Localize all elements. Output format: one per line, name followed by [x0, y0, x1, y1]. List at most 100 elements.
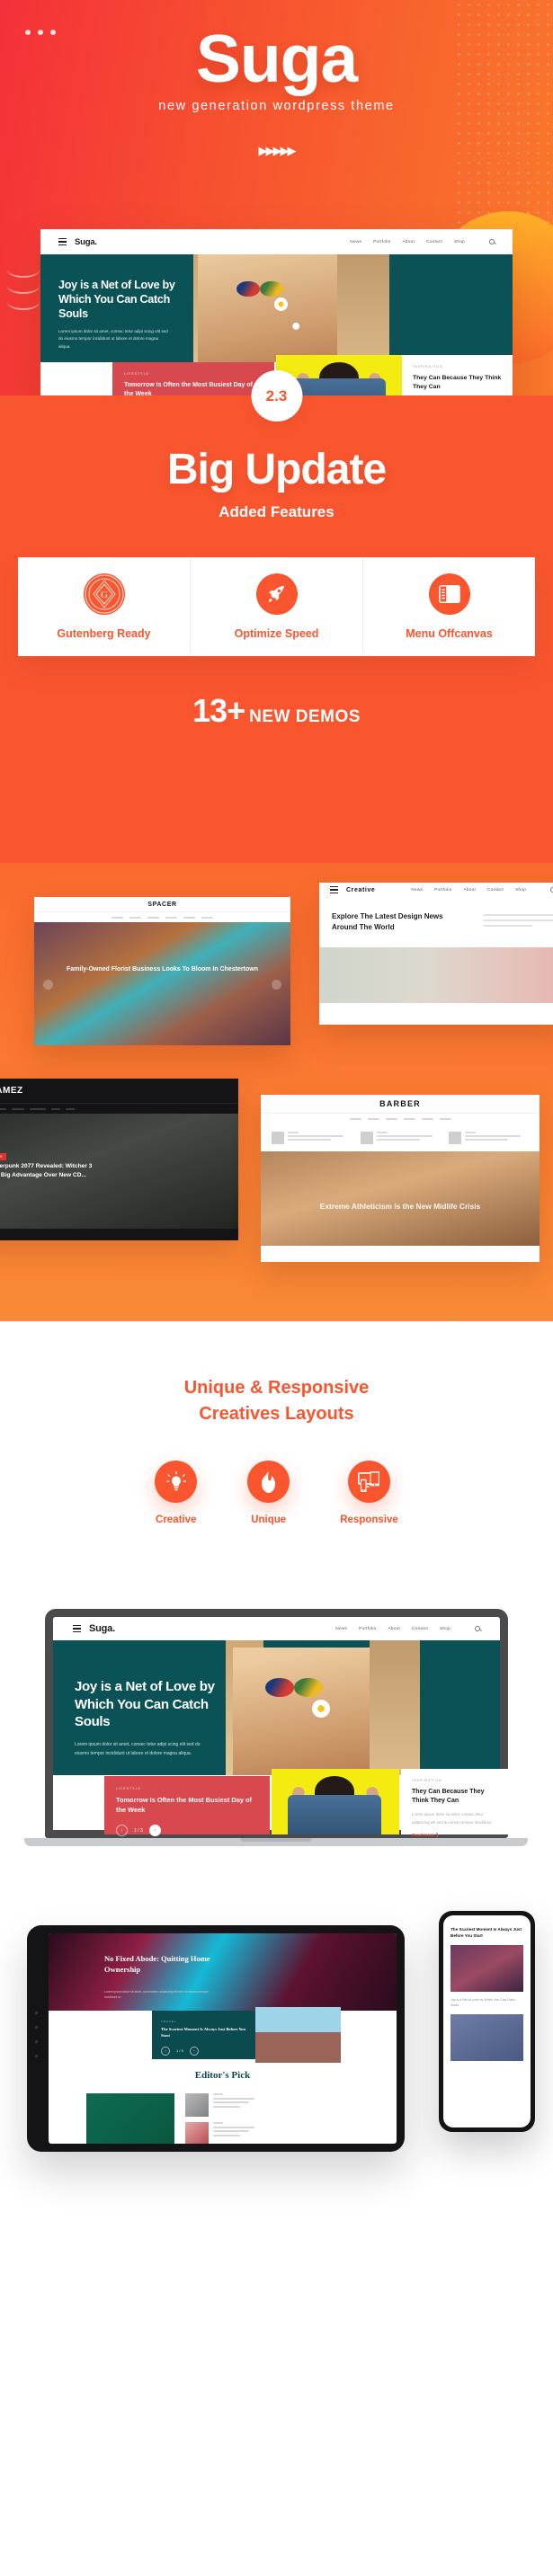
demo-card-barber[interactable]: BARBER Extreme Athleticism Is the New Mi… [261, 1095, 540, 1262]
page-title: Suga [195, 21, 358, 96]
feature-card-gutenberg[interactable]: G Gutenberg Ready [18, 557, 191, 656]
demo-article-list [261, 1124, 540, 1144]
thumbnail [272, 1132, 284, 1144]
big-update-section: 2.3 Big Update Added Features G Gutenber… [0, 370, 553, 863]
search-icon[interactable] [475, 1626, 480, 1631]
carousel-next-button[interactable]: › [189, 2046, 199, 2056]
phone-mockup: The Scariest Moment Is Always Just Befor… [439, 1911, 535, 2132]
demo-header: GAMEZ [0, 1079, 238, 1103]
list-item-text [213, 2122, 254, 2144]
nav-item-portfolio[interactable]: Portfolio [359, 1627, 376, 1631]
demo-nav [34, 911, 290, 922]
laptop-screen: Suga. News Portfolio About Contact Shop [45, 1609, 513, 1838]
thumbnail [449, 1132, 462, 1144]
card-category-label: LIFESTYLE [124, 372, 149, 376]
sunglasses-decoration [265, 1678, 323, 1697]
nav-item-about[interactable]: About [388, 1627, 401, 1631]
site-logo[interactable]: Suga. [89, 1623, 115, 1634]
feature-card-speed[interactable]: Optimize Speed [191, 557, 363, 656]
hamburger-menu-icon[interactable] [330, 885, 338, 894]
demo-header: SPACER [34, 897, 290, 911]
article-card-inspiration[interactable]: INSPIRATION They Can Because They Think … [401, 1769, 513, 1838]
list-item[interactable] [185, 2122, 254, 2144]
demo-header: BARBER [261, 1095, 540, 1113]
carousel-next-button[interactable]: › [148, 1825, 161, 1837]
article-card-travel[interactable]: TRAVEL The Scariest Moment Is Always Jus… [152, 2011, 255, 2059]
demo-card-spacer[interactable]: SPACER Family-Owned Florist Business Loo… [34, 897, 290, 1045]
layout-item-creative[interactable]: Creative [155, 1461, 198, 1525]
carousel-prev-button[interactable]: ‹ [116, 1825, 128, 1837]
hamburger-menu-icon[interactable] [58, 237, 67, 246]
search-icon[interactable] [489, 239, 495, 244]
demo-logo: SPACER [147, 901, 177, 908]
nav-item-portfolio[interactable]: Portfolio [434, 888, 451, 893]
denim-jacket-decoration [292, 378, 386, 395]
lightbulb-icon [155, 1461, 198, 1503]
laptop-base [24, 1838, 528, 1846]
featured-photo[interactable] [86, 2093, 174, 2144]
card-category-label: INSPIRATION [413, 365, 443, 369]
mockup-logo[interactable]: Suga. [75, 237, 97, 247]
list-item[interactable] [360, 1132, 441, 1144]
layout-label: Unique [251, 1515, 287, 1525]
layout-item-responsive[interactable]: Responsive [340, 1461, 398, 1525]
article-card-lifestyle[interactable]: LIFESTYLE Tomorrow Is Often the Most Bus… [104, 1776, 270, 1837]
demo-card-gamez[interactable]: GAMEZ GAME Cyberpunk 2077 Revealed: Witc… [0, 1079, 238, 1240]
nav-item-shop[interactable]: Shop [515, 888, 526, 893]
demo-hero-photo: Family-Owned Florist Business Looks To B… [34, 922, 290, 1045]
nav-item-news[interactable]: News [411, 888, 423, 893]
demo-logo: BARBER [379, 1099, 421, 1108]
hair-right-decoration [337, 254, 389, 362]
nav-item-contact[interactable]: Contact [487, 888, 504, 893]
demo-card-creative[interactable]: Creative News Portfolio About Contact Sh… [319, 883, 553, 1025]
flame-icon [247, 1461, 290, 1503]
nav-item-about[interactable]: About [464, 888, 477, 893]
list-item[interactable] [185, 2093, 254, 2117]
nav-item-shop[interactable]: Shop [454, 240, 465, 244]
tablet-mockup: No Fixed Abode: Quitting Home Ownership … [27, 1925, 405, 2152]
laptop-site-header: Suga. News Portfolio About Contact Shop [53, 1617, 500, 1640]
nav-item-shop[interactable]: Shop [440, 1627, 450, 1631]
card-category-label: INSPIRATION [412, 1779, 442, 1782]
nav-item-news[interactable]: News [335, 1627, 347, 1631]
phone-screen: The Scariest Moment Is Always Just Befor… [443, 1915, 531, 2127]
demo-nav [261, 1113, 540, 1124]
article-card-photo[interactable] [272, 1769, 399, 1834]
daisy-flower-decoration [274, 298, 288, 311]
card-title: They Can Because They Think They Can [412, 1789, 485, 1805]
nav-item-about[interactable]: About [403, 240, 415, 244]
carousel-counter: 1 / 3 [134, 1827, 143, 1834]
layout-label: Creative [156, 1515, 197, 1525]
list-item[interactable] [449, 1132, 529, 1144]
nav-item-contact[interactable]: Contact [426, 240, 442, 244]
layouts-heading-line1: Unique & Responsive [183, 1378, 370, 1398]
laptop-notch [240, 1838, 312, 1842]
carousel-prev-button[interactable]: ‹ [161, 2046, 170, 2056]
page-tagline: new generation wordpress theme [158, 99, 395, 113]
feature-card-offcanvas[interactable]: Menu Offcanvas [363, 557, 535, 656]
thumbnail [360, 1132, 373, 1144]
layouts-heading-line2: Creatives Layouts [199, 1404, 354, 1424]
carousel-counter: 1 / 3 [176, 2048, 183, 2054]
arrows-decoration: ▶▶▶▶▶ [258, 144, 297, 157]
nav-item-news[interactable]: News [350, 240, 361, 244]
carousel-next-button[interactable] [272, 979, 281, 990]
demo-intro: Explore The Latest Design News Around Th… [319, 897, 553, 947]
carousel-prev-button[interactable] [43, 979, 53, 990]
layouts-heading: Unique & Responsive Creatives Layouts [0, 1375, 553, 1427]
tablet-camera-dots [35, 2012, 38, 2069]
read-more-link[interactable]: Read more ❯ [412, 1834, 502, 1838]
nav-item-contact[interactable]: Contact [412, 1627, 428, 1631]
new-demos-heading: 13+ NEW DEMOS [0, 692, 553, 730]
list-item[interactable] [272, 1132, 352, 1144]
layout-item-unique[interactable]: Unique [247, 1461, 290, 1525]
article-card-inspiration[interactable]: INSPIRATION They Can Because They Think … [402, 355, 513, 395]
nav-item-portfolio[interactable]: Portfolio [373, 240, 390, 244]
demo-photo-strip [319, 947, 553, 1003]
thumbnail [185, 2093, 209, 2117]
article-card-lifestyle[interactable]: LIFESTYLE Tomorrow Is Often the Most Bus… [112, 362, 274, 395]
demo-nav [0, 1103, 238, 1114]
carousel-pager: ‹ 1 / 3 › [116, 1825, 258, 1837]
hamburger-menu-icon[interactable] [73, 1624, 81, 1633]
card-title: They Can Because They Think They Can [413, 375, 502, 390]
